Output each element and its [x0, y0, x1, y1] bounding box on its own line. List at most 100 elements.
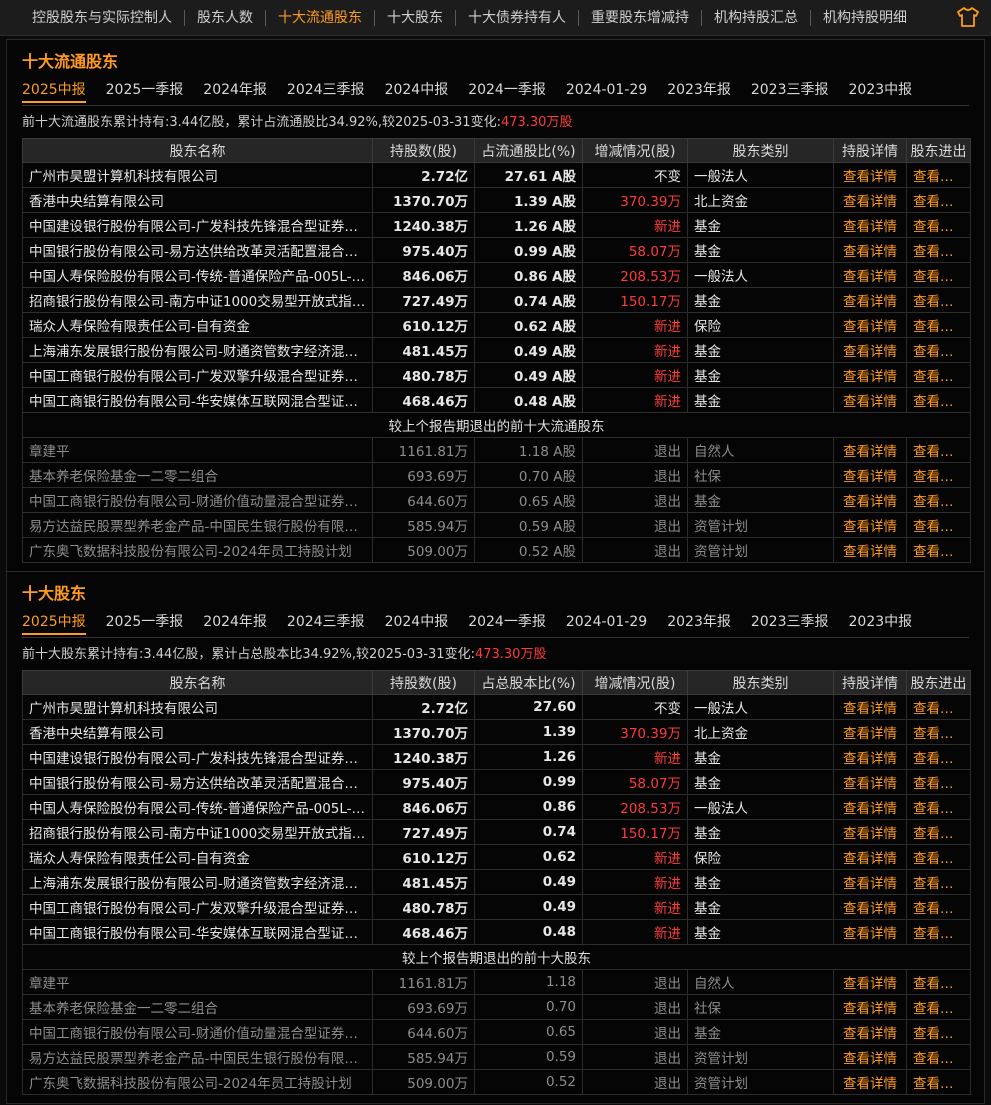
- holder-flow-link[interactable]: 查看详情: [906, 919, 971, 945]
- holder-flow-link[interactable]: 查看详情: [906, 162, 971, 188]
- holding-detail-link[interactable]: 查看详情: [833, 819, 907, 845]
- holding-detail-link[interactable]: 查看详情: [833, 1069, 907, 1095]
- period-tab[interactable]: 2025中报: [22, 611, 86, 635]
- holding-detail-link[interactable]: 查看详情: [833, 362, 907, 388]
- holder-flow-link[interactable]: 查看详情: [906, 262, 971, 288]
- holder-flow-link[interactable]: 查看详情: [906, 844, 971, 870]
- period-tab[interactable]: 2023年报: [667, 79, 731, 105]
- cell-shares: 1370.70万: [372, 187, 475, 213]
- cell-shares: 509.00万: [372, 1069, 475, 1095]
- holding-detail-link[interactable]: 查看详情: [833, 744, 907, 770]
- holder-flow-link[interactable]: 查看详情: [906, 769, 971, 795]
- holder-flow-link[interactable]: 查看详情: [906, 337, 971, 363]
- holder-flow-link[interactable]: 查看详情: [906, 387, 971, 413]
- holding-detail-link[interactable]: 查看详情: [833, 462, 907, 488]
- holder-flow-link[interactable]: 查看详情: [906, 994, 971, 1020]
- holding-detail-link[interactable]: 查看详情: [833, 719, 907, 745]
- period-tab[interactable]: 2025中报: [22, 79, 86, 103]
- holding-detail-link[interactable]: 查看详情: [833, 262, 907, 288]
- holder-flow-link[interactable]: 查看详情: [906, 237, 971, 263]
- holder-flow-link[interactable]: 查看详情: [906, 462, 971, 488]
- holding-detail-link[interactable]: 查看详情: [833, 869, 907, 895]
- holding-detail-link[interactable]: 查看详情: [833, 1044, 907, 1070]
- period-tab[interactable]: 2023中报: [849, 611, 913, 637]
- holding-detail-link[interactable]: 查看详情: [833, 694, 907, 720]
- period-tab[interactable]: 2025一季报: [106, 79, 184, 105]
- holding-detail-link[interactable]: 查看详情: [833, 969, 907, 995]
- holding-detail-link[interactable]: 查看详情: [833, 237, 907, 263]
- period-tab[interactable]: 2023三季报: [751, 611, 829, 637]
- period-tab[interactable]: 2025一季报: [106, 611, 184, 637]
- holding-detail-link[interactable]: 查看详情: [833, 537, 907, 563]
- holder-flow-link[interactable]: 查看详情: [906, 187, 971, 213]
- nav-item[interactable]: 十大债券持有人: [456, 9, 579, 26]
- nav-item[interactable]: 十大股东: [375, 9, 456, 26]
- nav-item[interactable]: 机构持股明细: [811, 10, 919, 26]
- period-tab[interactable]: 2024一季报: [468, 79, 546, 105]
- holder-flow-link[interactable]: 查看详情: [906, 512, 971, 538]
- holding-detail-link[interactable]: 查看详情: [833, 287, 907, 313]
- holder-flow-link[interactable]: 查看详情: [906, 487, 971, 513]
- holder-flow-link[interactable]: 查看详情: [906, 537, 971, 563]
- period-tab[interactable]: 2024三季报: [287, 611, 365, 637]
- nav-item-active[interactable]: 十大流通股东: [266, 9, 375, 26]
- holder-flow-link[interactable]: 查看详情: [906, 1069, 971, 1095]
- holder-flow-link[interactable]: 查看详情: [906, 744, 971, 770]
- holding-detail-link[interactable]: 查看详情: [833, 487, 907, 513]
- cell-ratio: 0.99 A股: [474, 237, 583, 263]
- cell-change: 不变: [582, 162, 688, 188]
- holder-flow-link[interactable]: 查看详情: [906, 287, 971, 313]
- holding-detail-link[interactable]: 查看详情: [833, 162, 907, 188]
- holding-detail-link[interactable]: 查看详情: [833, 844, 907, 870]
- holder-flow-link[interactable]: 查看详情: [906, 719, 971, 745]
- holding-detail-link[interactable]: 查看详情: [833, 994, 907, 1020]
- period-tab[interactable]: 2024中报: [385, 79, 449, 105]
- holding-detail-link[interactable]: 查看详情: [833, 769, 907, 795]
- holder-row: 中国工商银行股份有限公司-华安媒体互联网混合型证券投资基金468.46万0.48…: [22, 387, 971, 413]
- holding-detail-link[interactable]: 查看详情: [833, 1019, 907, 1045]
- nav-item[interactable]: 股东人数: [185, 9, 266, 26]
- exited-holder-row: 基本养老保险基金一二零二组合 693.69万 0.70 退出 社保 查看详情 查看详情: [22, 994, 971, 1020]
- cell-ratio: 0.65: [474, 1019, 583, 1045]
- period-tab[interactable]: 2024年报: [203, 79, 267, 105]
- holder-flow-link[interactable]: 查看详情: [906, 894, 971, 920]
- holding-detail-link[interactable]: 查看详情: [833, 187, 907, 213]
- period-tab[interactable]: 2024一季报: [468, 611, 546, 637]
- cell-type: 基金: [687, 769, 834, 795]
- holder-flow-link[interactable]: 查看详情: [906, 362, 971, 388]
- period-tab[interactable]: 2024三季报: [287, 79, 365, 105]
- holder-flow-link[interactable]: 查看详情: [906, 819, 971, 845]
- holding-detail-link[interactable]: 查看详情: [833, 437, 907, 463]
- holder-flow-link[interactable]: 查看详情: [906, 437, 971, 463]
- column-header: 持股数(股): [372, 670, 475, 695]
- holder-flow-link[interactable]: 查看详情: [906, 794, 971, 820]
- period-tab[interactable]: 2023三季报: [751, 79, 829, 105]
- holder-flow-link[interactable]: 查看详情: [906, 694, 971, 720]
- holding-detail-link[interactable]: 查看详情: [833, 337, 907, 363]
- period-tab[interactable]: 2023中报: [849, 79, 913, 105]
- holding-detail-link[interactable]: 查看详情: [833, 512, 907, 538]
- holder-flow-link[interactable]: 查看详情: [906, 1044, 971, 1070]
- period-tab[interactable]: 2024年报: [203, 611, 267, 637]
- period-tab[interactable]: 2024-01-29: [566, 79, 647, 105]
- holder-flow-link[interactable]: 查看详情: [906, 212, 971, 238]
- holding-detail-link[interactable]: 查看详情: [833, 894, 907, 920]
- holding-detail-link[interactable]: 查看详情: [833, 919, 907, 945]
- holding-detail-link[interactable]: 查看详情: [833, 312, 907, 338]
- nav-item[interactable]: 重要股东增减持: [579, 9, 702, 26]
- holder-flow-link[interactable]: 查看详情: [906, 1019, 971, 1045]
- holder-flow-link[interactable]: 查看详情: [906, 312, 971, 338]
- nav-item[interactable]: 机构持股汇总: [702, 9, 811, 26]
- holder-row: 香港中央结算有限公司 1370.70万 1.39 370.39万 北上资金 查看详情 查看详…: [22, 719, 971, 745]
- holder-flow-link[interactable]: 查看详情: [906, 869, 971, 895]
- cell-name: 香港中央结算有限公司: [22, 187, 373, 213]
- holding-detail-link[interactable]: 查看详情: [833, 212, 907, 238]
- holder-flow-link[interactable]: 查看详情: [906, 969, 971, 995]
- nav-item[interactable]: 控股股东与实际控制人: [20, 9, 185, 26]
- holding-detail-link[interactable]: 查看详情: [833, 387, 907, 413]
- holding-detail-link[interactable]: 查看详情: [833, 794, 907, 820]
- period-tab[interactable]: 2024-01-29: [566, 611, 647, 637]
- shirt-icon[interactable]: [957, 7, 979, 27]
- period-tab[interactable]: 2024中报: [385, 611, 449, 637]
- period-tab[interactable]: 2023年报: [667, 611, 731, 637]
